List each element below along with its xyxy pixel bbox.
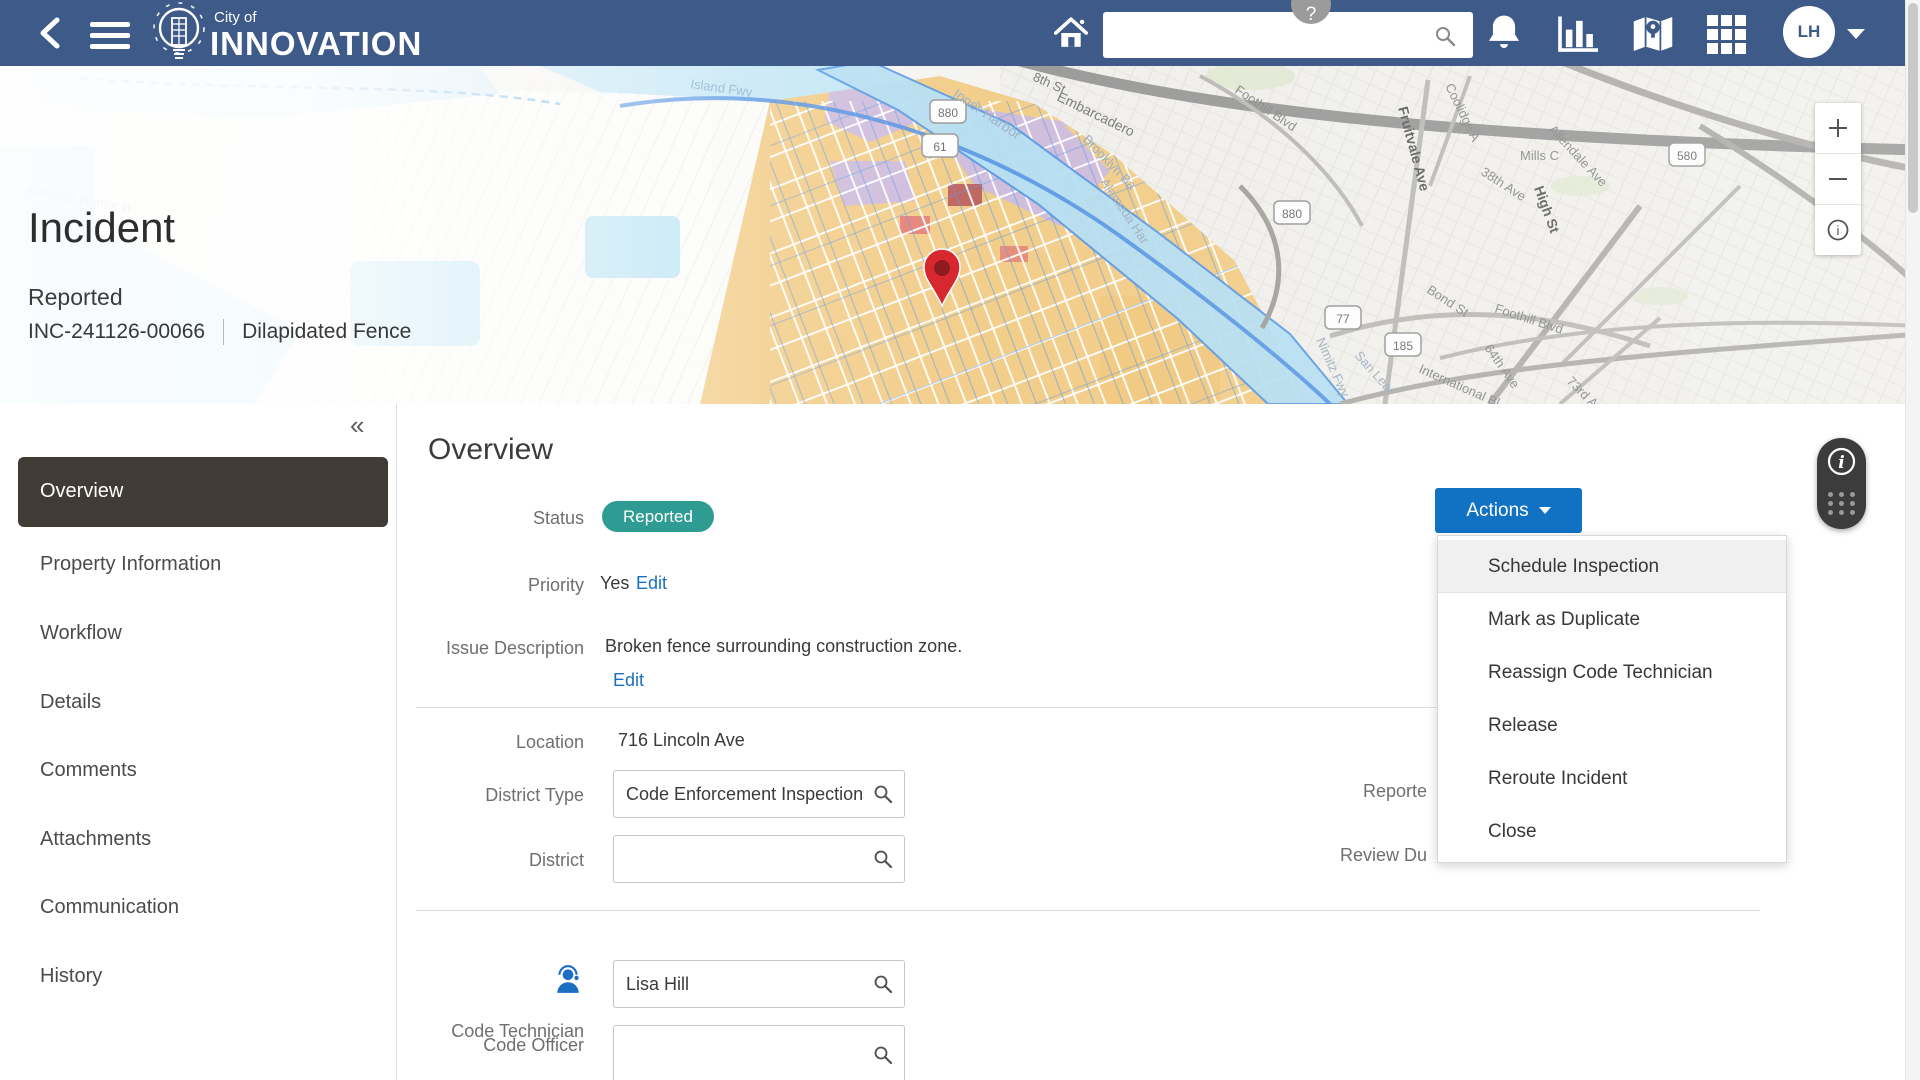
issue-description-label: Issue Description	[330, 638, 584, 659]
code-officer-fieldwrap	[613, 1025, 905, 1080]
code-technician-person-icon	[554, 963, 582, 995]
actions-menu: Schedule Inspection Mark as Duplicate Re…	[1437, 535, 1787, 863]
menu-item-reassign-code-technician[interactable]: Reassign Code Technician	[1438, 646, 1786, 699]
menu-item-schedule-inspection[interactable]: Schedule Inspection	[1438, 540, 1786, 593]
map-street-label: Mills C	[1520, 148, 1559, 163]
sidebar-item-history[interactable]: History	[40, 965, 102, 988]
highway-shield-number: 580	[1677, 149, 1697, 163]
drag-handle-dots-icon[interactable]	[1828, 492, 1855, 515]
incident-page: 8806188058077185 Island FwyAlameda Harbo…	[0, 0, 1920, 1080]
status-label: Status	[330, 508, 584, 529]
district-type-input[interactable]	[613, 770, 905, 818]
logo-name-text: INNOVATION	[210, 25, 422, 63]
lookup-search-icon[interactable]	[873, 784, 893, 804]
map-zoom-controls: i	[1815, 103, 1861, 255]
highway-shield-number: 880	[1282, 207, 1302, 221]
page-status: Reported	[28, 284, 123, 311]
id-separator	[223, 319, 224, 345]
avatar[interactable]: LH	[1783, 6, 1835, 58]
status-badge: Reported	[602, 501, 714, 532]
code-technician-fieldwrap	[613, 960, 905, 1008]
sidebar-item-attachments[interactable]: Attachments	[40, 828, 151, 851]
code-officer-input[interactable]	[613, 1025, 905, 1080]
highway-shield-number: 61	[933, 140, 947, 154]
issue-edit-link[interactable]: Edit	[613, 670, 644, 691]
plus-icon	[1826, 116, 1850, 140]
incident-id-row: INC-241126-00066 Dilapidated Fence	[28, 319, 411, 345]
menu-item-mark-as-duplicate[interactable]: Mark as Duplicate	[1438, 593, 1786, 646]
notifications-bell-icon[interactable]	[1485, 12, 1523, 54]
menu-item-reroute-incident[interactable]: Reroute Incident	[1438, 752, 1786, 805]
chevron-down-icon	[1539, 507, 1551, 515]
sidebar-collapse-button[interactable]: «	[350, 412, 364, 438]
minus-icon	[1826, 167, 1850, 191]
location-label: Location	[330, 732, 584, 753]
map-canvas: 8806188058077185 Island FwyAlameda Harbo…	[0, 66, 1920, 404]
incident-id: INC-241126-00066	[28, 320, 205, 344]
reported-label-partial: Reporte	[1363, 781, 1427, 802]
sidebar-item-label: Overview	[40, 480, 123, 503]
logo-city-text: City of	[214, 9, 257, 26]
district-type-label: District Type	[330, 785, 584, 806]
search-input[interactable]	[1103, 12, 1473, 58]
sidebar-item-communication[interactable]: Communication	[40, 896, 179, 919]
sidebar-item-property-information[interactable]: Property Information	[40, 553, 221, 576]
location-value: 716 Lincoln Ave	[618, 730, 745, 751]
info-icon: i	[1826, 218, 1850, 242]
info-icon[interactable]: i	[1827, 447, 1856, 476]
district-label: District	[330, 850, 584, 871]
review-due-label-partial: Review Du	[1340, 845, 1427, 866]
lookup-search-icon[interactable]	[873, 849, 893, 869]
menu-item-close[interactable]: Close	[1438, 805, 1786, 858]
svg-text:i: i	[1837, 223, 1840, 238]
district-fieldwrap	[613, 835, 905, 883]
section-divider	[416, 910, 1760, 911]
profile-chevron-down-icon[interactable]	[1846, 28, 1866, 40]
zoom-out-button[interactable]	[1815, 154, 1861, 205]
sidebar-item-comments[interactable]: Comments	[40, 759, 137, 782]
map-pin-icon[interactable]	[920, 248, 964, 308]
section-heading: Overview	[428, 433, 553, 467]
incident-type: Dilapidated Fence	[242, 320, 411, 344]
home-icon[interactable]	[1053, 16, 1089, 50]
search-icon[interactable]	[1434, 25, 1456, 47]
app-grid-icon[interactable]	[1706, 14, 1748, 56]
analytics-chart-icon[interactable]	[1556, 15, 1602, 53]
issue-description-value: Broken fence surrounding construction zo…	[605, 636, 962, 657]
page-title: Incident	[28, 204, 175, 252]
district-type-fieldwrap	[613, 770, 905, 818]
priority-label: Priority	[330, 575, 584, 596]
floating-info-widget[interactable]: i	[1817, 438, 1866, 529]
svg-text:i: i	[1838, 453, 1844, 473]
map-explorer-icon[interactable]	[1630, 14, 1676, 54]
sidebar-item-details[interactable]: Details	[40, 691, 101, 714]
menu-item-release[interactable]: Release	[1438, 699, 1786, 752]
map-info-button[interactable]: i	[1815, 205, 1861, 255]
highway-shield-number: 185	[1393, 339, 1413, 353]
actions-button[interactable]: Actions	[1435, 488, 1582, 533]
highway-shield-number: 880	[938, 106, 958, 120]
city-logo-icon[interactable]	[144, 1, 214, 66]
priority-edit-link[interactable]: Edit	[636, 573, 667, 594]
code-technician-input[interactable]	[613, 960, 905, 1008]
lookup-search-icon[interactable]	[873, 1045, 893, 1065]
incident-map[interactable]: 8806188058077185 Island FwyAlameda Harbo…	[0, 66, 1920, 404]
sidebar-item-workflow[interactable]: Workflow	[40, 622, 122, 645]
zoom-in-button[interactable]	[1815, 103, 1861, 154]
highway-shield-number: 77	[1336, 312, 1350, 326]
menu-hamburger-icon[interactable]	[90, 22, 136, 52]
lookup-search-icon[interactable]	[873, 974, 893, 994]
scrollbar-thumb[interactable]	[1908, 3, 1918, 213]
district-input[interactable]	[613, 835, 905, 883]
back-chevron-icon[interactable]	[33, 15, 69, 51]
code-officer-label: Code Officer	[330, 1035, 584, 1056]
priority-value: Yes	[600, 573, 629, 594]
actions-button-label: Actions	[1466, 500, 1528, 522]
